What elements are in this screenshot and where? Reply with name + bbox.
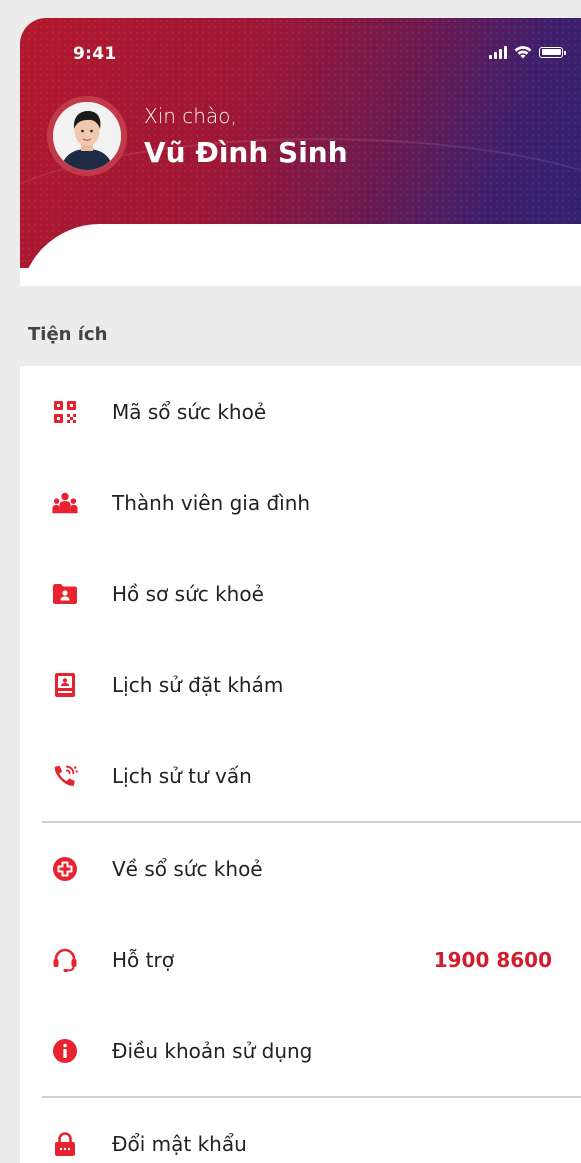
lock-icon — [52, 1131, 78, 1157]
headset-icon — [52, 947, 78, 973]
section-title: Tiện ích — [28, 324, 108, 345]
status-icons — [489, 45, 566, 59]
menu-item-consult-history[interactable]: Lịch sử tư vấn — [20, 730, 581, 821]
phone-screen: 9:41 Xin chào, Vũ Đình Sinh Tiện ích Mã … — [20, 18, 581, 1163]
signal-icon — [489, 45, 507, 59]
qr-code-icon — [52, 399, 78, 425]
menu-item-support[interactable]: Hỗ trợ 1900 8600 — [20, 914, 581, 1005]
menu-item-label: Hỗ trợ — [112, 947, 174, 972]
phone-call-icon — [52, 763, 78, 789]
menu-item-family-members[interactable]: Thành viên gia đình — [20, 457, 581, 548]
wifi-icon — [514, 46, 532, 59]
menu-item-label: Về sổ sức khoẻ — [112, 856, 263, 881]
menu-item-label: Đổi mật khẩu — [112, 1131, 247, 1156]
menu-item-health-records[interactable]: Hồ sơ sức khoẻ — [20, 548, 581, 639]
menu-item-change-password[interactable]: Đổi mật khẩu — [20, 1098, 581, 1163]
menu-item-health-book-code[interactable]: Mã sổ sức khoẻ — [20, 366, 581, 457]
menu-item-label: Lịch sử đặt khám — [112, 672, 284, 697]
medical-cross-icon — [52, 856, 78, 882]
menu-item-label: Mã sổ sức khoẻ — [112, 399, 267, 424]
menu-item-terms[interactable]: Điều khoản sử dụng — [20, 1005, 581, 1096]
menu-list: Mã sổ sức khoẻ Thành viên gia đình Hồ sơ… — [20, 366, 581, 1163]
menu-item-label: Hồ sơ sức khoẻ — [112, 581, 264, 606]
status-bar: 9:41 — [20, 18, 581, 88]
menu-item-label: Điều khoản sử dụng — [112, 1038, 313, 1063]
family-icon — [52, 490, 78, 516]
menu-item-label: Thành viên gia đình — [112, 490, 311, 515]
info-icon — [52, 1038, 78, 1064]
greeting-text: Xin chào, — [144, 104, 237, 128]
battery-icon — [539, 46, 566, 58]
avatar[interactable] — [47, 96, 127, 176]
booking-book-icon — [52, 672, 78, 698]
menu-item-about[interactable]: Về sổ sức khoẻ — [20, 823, 581, 914]
user-name: Vũ Đình Sinh — [144, 136, 348, 169]
avatar-photo — [53, 102, 121, 170]
hotline-number[interactable]: 1900 8600 — [434, 948, 552, 972]
status-time: 9:41 — [73, 44, 117, 64]
section-header: Tiện ích — [20, 286, 581, 366]
menu-item-label: Lịch sử tư vấn — [112, 763, 252, 788]
menu-item-booking-history[interactable]: Lịch sử đặt khám — [20, 639, 581, 730]
health-folder-icon — [52, 581, 78, 607]
